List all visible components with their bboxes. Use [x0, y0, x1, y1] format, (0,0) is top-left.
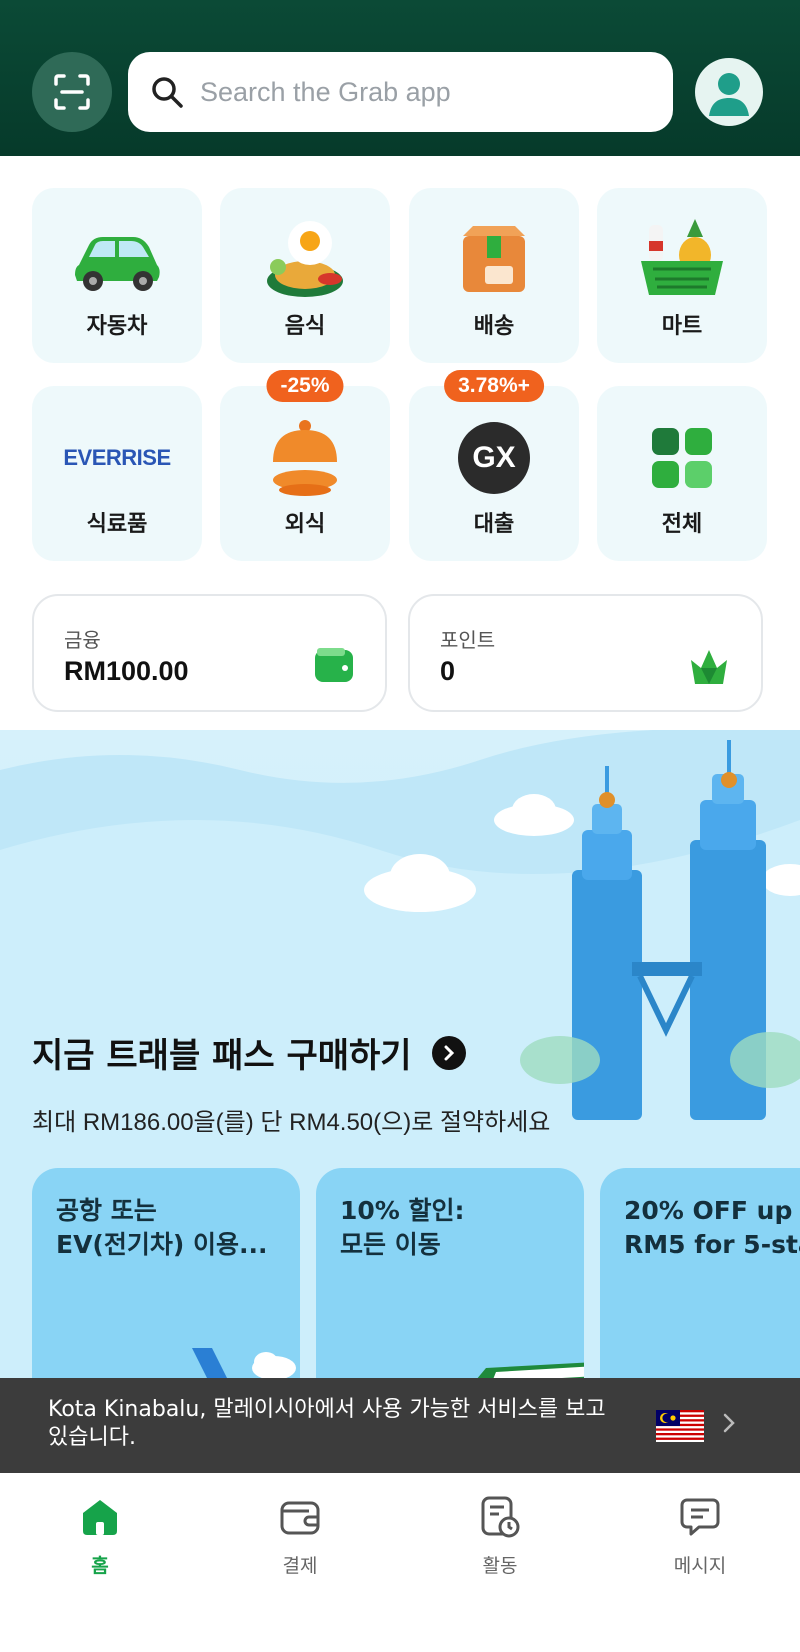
airplane-icon: [192, 1348, 296, 1380]
home-icon: [40, 1493, 160, 1541]
search-placeholder: Search the Grab app: [200, 76, 451, 107]
offer-text: 20% OFF up to RM5 for 5-star: [624, 1196, 800, 1259]
grocery-basket-icon: [597, 210, 767, 310]
banner-title-text: 지금 트래블 패스 구매하기: [32, 1036, 412, 1076]
travel-pass-banner[interactable]: 지금 트래블 패스 구매하기 최대 RM186.00을(를) 단 RM4.50(…: [0, 730, 800, 1380]
everrise-logo: EVERRISE: [63, 445, 171, 470]
gx-logo: GX: [409, 408, 579, 508]
rate-badge: 3.78%+: [444, 370, 544, 402]
scan-icon: [54, 74, 90, 110]
service-label: 음식: [284, 314, 326, 339]
service-label: 대출: [473, 512, 515, 537]
crown-icon: [687, 646, 731, 690]
service-label: 외식: [284, 512, 326, 537]
wallet-outline-icon: [240, 1493, 360, 1541]
activity-icon: [440, 1493, 560, 1541]
offer-card[interactable]: 20% OFF up to RM5 for 5-star: [600, 1168, 800, 1380]
offer-text: 공항 또는 EV(전기차) 이용...: [56, 1196, 268, 1259]
service-label: 식료품: [86, 512, 148, 537]
finance-card-title: 금융: [64, 628, 101, 652]
service-label: 자동차: [86, 314, 148, 339]
nav-payment[interactable]: 결제: [240, 1493, 360, 1578]
service-tile-all[interactable]: 전체: [597, 386, 767, 561]
nav-messages[interactable]: 메시지: [640, 1493, 760, 1578]
car-illustration: [476, 1362, 584, 1380]
nav-label: 결제: [282, 1555, 318, 1577]
bottom-nav: 홈 결제 활동 메시지: [0, 1473, 800, 1652]
app-header: Search the Grab app: [0, 0, 800, 156]
search-bar[interactable]: Search the Grab app: [128, 52, 673, 132]
discount-badge: -25%: [266, 370, 344, 402]
location-notice-bar[interactable]: Kota Kinabalu, 말레이시아에서 사용 가능한 서비스를 보고 있습…: [0, 1378, 800, 1473]
service-tile-car[interactable]: 자동차: [32, 188, 202, 363]
car-icon: [32, 210, 202, 310]
avatar-icon: [709, 73, 749, 116]
finance-card[interactable]: 금융 RM100.00: [32, 594, 387, 712]
service-label: 전체: [661, 512, 703, 537]
wallet-icon: [313, 646, 355, 688]
search-icon: [152, 77, 183, 108]
dining-cloche-icon: [220, 408, 390, 508]
banner-subtitle: 최대 RM186.00을(를) 단 RM4.50(으)로 절약하세요: [32, 1109, 551, 1136]
service-tile-food[interactable]: 음식: [220, 188, 390, 363]
offer-card[interactable]: 10% 할인: 모든 이동: [316, 1168, 584, 1380]
nav-label: 활동: [482, 1555, 518, 1577]
offer-text: 10% 할인: 모든 이동: [340, 1196, 465, 1259]
wallet-balance: RM100.00: [64, 656, 189, 686]
package-icon: [409, 210, 579, 310]
service-tile-loans[interactable]: 3.78%+ GX 대출: [409, 370, 579, 561]
points-balance: 0: [440, 656, 456, 686]
food-plate-icon: [220, 210, 390, 310]
nav-activity[interactable]: 활동: [440, 1493, 560, 1578]
service-tile-dine-out[interactable]: -25% 외식: [220, 370, 390, 561]
message-icon: [640, 1493, 760, 1541]
nav-label: 메시지: [673, 1555, 727, 1577]
banner-title[interactable]: 지금 트래블 패스 구매하기: [32, 1028, 466, 1077]
nav-home[interactable]: 홈: [40, 1493, 160, 1578]
chevron-right-icon: [431, 1035, 466, 1070]
points-card[interactable]: 포인트 0: [408, 594, 763, 712]
profile-avatar-button[interactable]: [695, 58, 763, 126]
nav-label: 홈: [91, 1555, 109, 1577]
scan-button[interactable]: [32, 52, 112, 132]
service-label: 마트: [661, 314, 703, 339]
service-tile-groceries[interactable]: EVERRISE 식료품: [32, 386, 202, 561]
service-label: 배송: [473, 314, 515, 339]
offer-card[interactable]: 공항 또는 EV(전기차) 이용...: [32, 1168, 300, 1380]
location-notice-text: Kota Kinabalu, 말레이시아에서 사용 가능한 서비스를 보고 있습…: [48, 1397, 606, 1450]
service-tile-mart[interactable]: 마트: [597, 188, 767, 363]
grid-icon: [597, 408, 767, 508]
service-tile-delivery[interactable]: 배송: [409, 188, 579, 363]
points-card-title: 포인트: [440, 628, 496, 652]
malaysia-flag-icon: [656, 1410, 704, 1446]
chevron-right-icon: [722, 1412, 736, 1438]
